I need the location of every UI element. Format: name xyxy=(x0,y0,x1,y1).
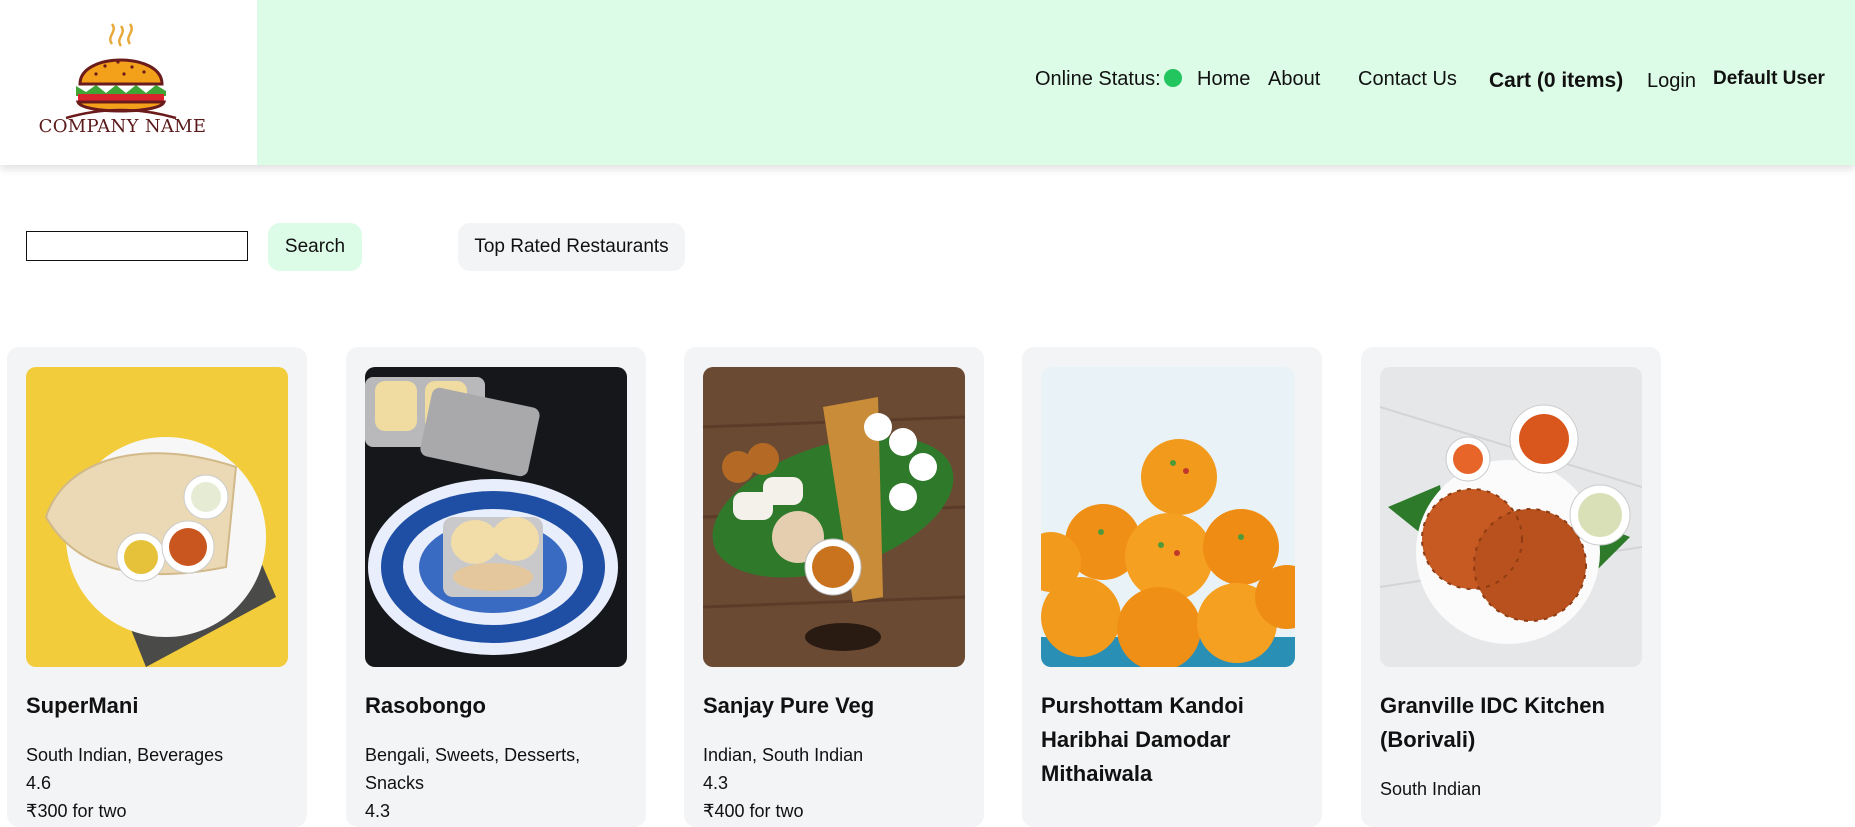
logo[interactable]: COMPANY NAME xyxy=(0,0,257,165)
restaurant-cost: ₹400 for two xyxy=(703,801,804,821)
company-name: COMPANY NAME xyxy=(38,116,207,137)
restaurant-rating: 4.3 xyxy=(365,801,391,821)
restaurant-name: Sanjay Pure Veg xyxy=(703,693,875,718)
restaurant-card[interactable]: Rasobongo Bengali, Sweets, Desserts, Sna… xyxy=(346,347,646,827)
restaurant-image xyxy=(365,367,627,667)
restaurant-image xyxy=(703,367,965,667)
restaurant-rating: 4.3 xyxy=(703,773,729,793)
restaurant-image xyxy=(26,367,288,667)
restaurant-cuisines: South Indian, Beverages xyxy=(26,745,224,765)
restaurant-cost: ₹300 for two xyxy=(26,801,127,821)
restaurant-cuisines: Bengali, Sweets, Desserts, Snacks xyxy=(365,745,581,793)
search-button[interactable]: Search xyxy=(268,223,362,271)
restaurant-name: Purshottam Kandoi Haribhai Damodar Mitha… xyxy=(1041,693,1244,786)
restaurant-card[interactable]: Granville IDC Kitchen (Borivali) South I… xyxy=(1361,347,1661,827)
restaurant-rating: 4.6 xyxy=(26,773,52,793)
online-status-dot-icon xyxy=(1163,68,1182,87)
nav-about-link[interactable]: About xyxy=(1268,66,1320,92)
restaurant-name: Granville IDC Kitchen (Borivali) xyxy=(1380,693,1605,752)
restaurant-card[interactable]: Sanjay Pure Veg Indian, South Indian 4.3… xyxy=(684,347,984,827)
online-status: Online Status: xyxy=(1035,66,1182,92)
nav-cart-link[interactable]: Cart (0 items) xyxy=(1489,68,1623,94)
login-button[interactable]: Login xyxy=(1647,68,1696,94)
burger-logo-icon xyxy=(65,23,177,120)
restaurant-card[interactable]: SuperMani South Indian, Beverages 4.6 ₹3… xyxy=(7,347,307,827)
restaurant-image xyxy=(1380,367,1642,667)
restaurant-image xyxy=(1041,367,1295,667)
search-input[interactable] xyxy=(26,231,248,261)
restaurant-card[interactable]: Purshottam Kandoi Haribhai Damodar Mitha… xyxy=(1022,347,1322,827)
nav-contact-link[interactable]: Contact Us xyxy=(1358,66,1457,92)
restaurant-name: Rasobongo xyxy=(365,693,486,718)
restaurant-cuisines: South Indian xyxy=(1380,779,1482,799)
nav-home-link[interactable]: Home xyxy=(1197,66,1250,92)
online-status-label: Online Status: xyxy=(1035,68,1161,90)
user-name: Default User xyxy=(1713,68,1825,89)
header: COMPANY NAME Online Status: Home About C… xyxy=(0,0,1855,165)
top-rated-filter-button[interactable]: Top Rated Restaurants xyxy=(458,223,685,271)
restaurant-name: SuperMani xyxy=(26,693,139,718)
restaurant-cuisines: Indian, South Indian xyxy=(703,745,864,765)
